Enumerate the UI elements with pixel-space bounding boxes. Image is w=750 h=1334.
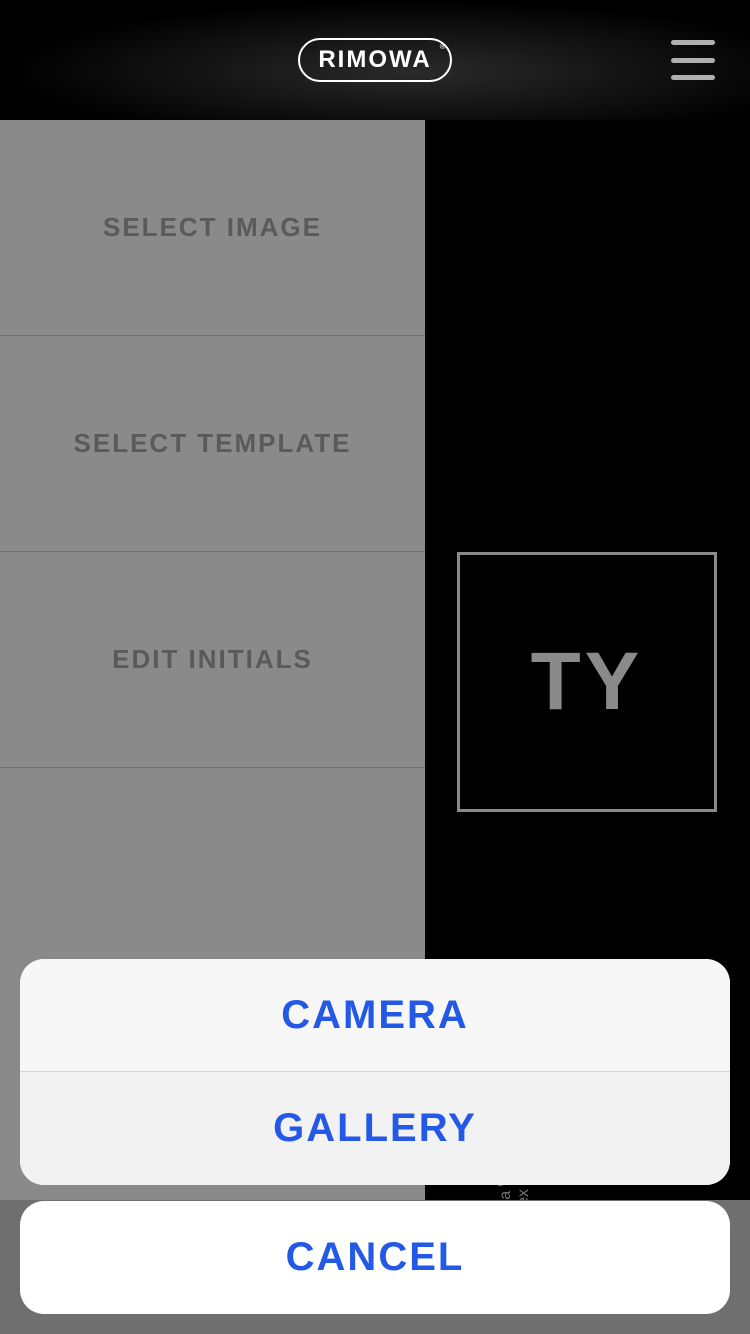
action-sheet-options: CAMERA GALLERY	[20, 959, 730, 1185]
camera-option[interactable]: CAMERA	[20, 959, 730, 1072]
cancel-button[interactable]: CANCEL	[20, 1201, 730, 1314]
action-sheet-overlay: CAMERA GALLERY CANCEL	[0, 0, 750, 1334]
option-label: GALLERY	[273, 1106, 477, 1151]
cancel-label: CANCEL	[286, 1235, 465, 1280]
option-label: CAMERA	[281, 993, 469, 1038]
gallery-option[interactable]: GALLERY	[20, 1072, 730, 1185]
